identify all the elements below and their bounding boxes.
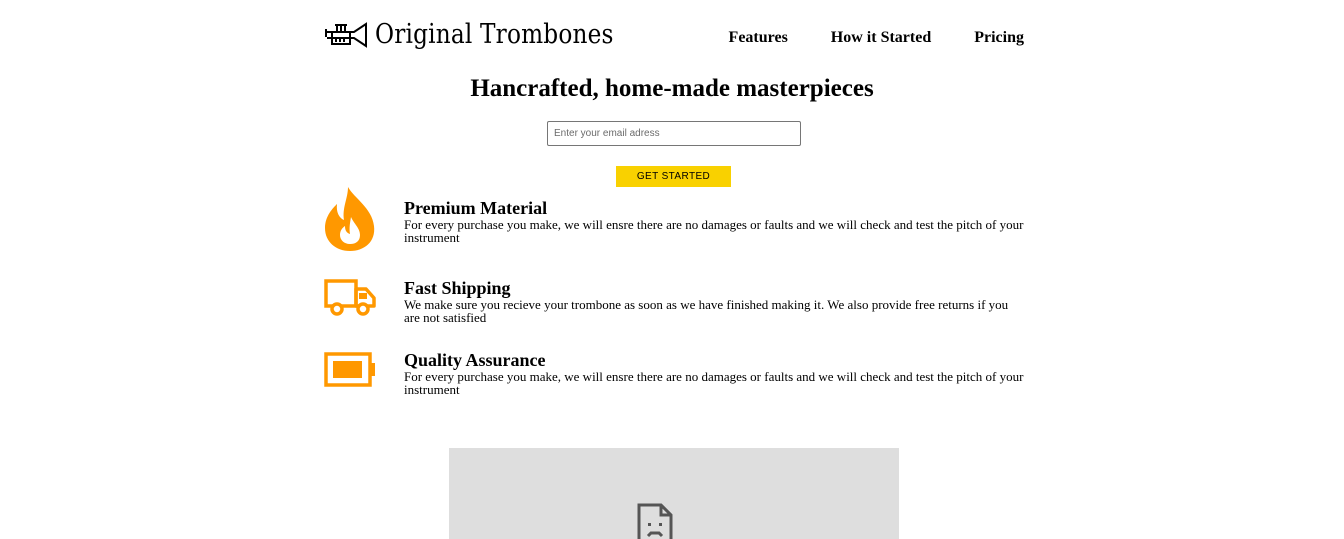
page: Original Trombones Features How it Start… — [0, 0, 1344, 539]
nav-link-how-it-started[interactable]: How it Started — [831, 28, 931, 48]
feature-description: For every purchase you make, we will ens… — [404, 369, 1024, 397]
feature-text: Premium Material For every purchase you … — [404, 198, 1024, 244]
feature-description: For every purchase you make, we will ens… — [404, 217, 1024, 245]
brand-name: Original Trombones — [375, 19, 614, 50]
nav-link-features[interactable]: Features — [729, 28, 788, 48]
feature-title: Fast Shipping — [404, 278, 511, 298]
feature-text: Fast Shipping We make sure you recieve y… — [404, 278, 1024, 324]
hero-title: Hancrafted, home-made masterpieces — [470, 75, 874, 102]
feature-title: Quality Assurance — [404, 350, 546, 370]
feature-title: Premium Material — [404, 198, 548, 218]
video-embed[interactable] — [449, 448, 899, 539]
feature-quality-assurance: Quality Assurance For every purchase you… — [324, 350, 1024, 406]
feature-description: We make sure you recieve your trombone a… — [404, 297, 1009, 325]
email-input[interactable] — [547, 121, 801, 146]
trumpet-icon — [325, 22, 367, 48]
feature-fast-shipping: Fast Shipping We make sure you recieve y… — [324, 278, 1024, 334]
main-nav: Features How it Started Pricing — [686, 28, 1024, 48]
truck-icon — [324, 279, 376, 316]
broken-file-icon — [637, 503, 673, 539]
nav-link-pricing[interactable]: Pricing — [974, 28, 1024, 48]
logo[interactable]: Original Trombones — [324, 20, 652, 50]
fire-icon — [325, 187, 375, 251]
get-started-button[interactable]: GET STARTED — [616, 166, 731, 187]
site-header: Original Trombones Features How it Start… — [324, 14, 1024, 58]
feature-text: Quality Assurance For every purchase you… — [404, 350, 1024, 396]
feature-premium-material: Premium Material For every purchase you … — [324, 187, 1024, 254]
battery-icon — [324, 352, 375, 387]
